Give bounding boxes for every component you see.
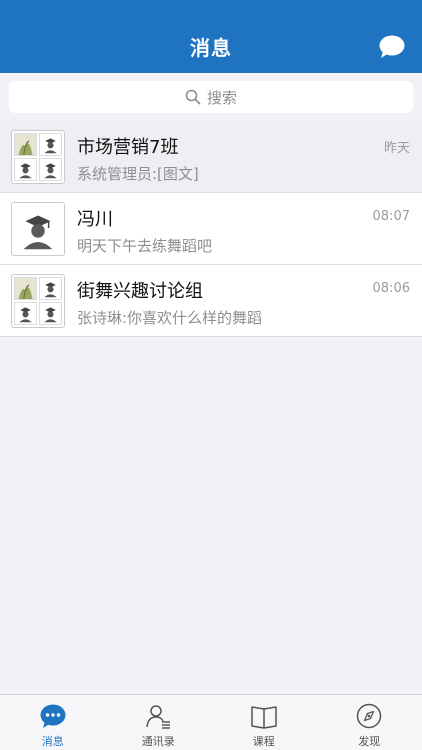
conversation-time: 08:07 xyxy=(372,209,410,224)
tab-discover[interactable]: 发现 xyxy=(317,695,422,750)
graduate-user-icon xyxy=(23,215,53,250)
conversation-list: 市场营销7班 系统管理员:[图文] 昨天 冯川 明天下午去练舞蹈吧 08:07 xyxy=(0,121,422,337)
conversation-name: 冯川 xyxy=(77,209,113,230)
conversation-item[interactable]: 市场营销7班 系统管理员:[图文] 昨天 xyxy=(0,121,422,193)
conversation-item[interactable]: 街舞兴趣讨论组 张诗琳:你喜欢什么样的舞蹈 08:06 xyxy=(0,265,422,337)
graduate-user-icon xyxy=(14,158,37,181)
conversation-time: 昨天 xyxy=(383,141,410,156)
compass-icon xyxy=(357,703,382,729)
search-icon xyxy=(185,89,201,105)
graduate-user-icon xyxy=(39,302,62,325)
new-message-button[interactable] xyxy=(378,34,406,60)
graduate-user-icon xyxy=(14,302,37,325)
tab-messages[interactable]: 消息 xyxy=(0,695,106,750)
graduate-user-icon xyxy=(39,133,62,156)
graduate-user-icon xyxy=(39,277,62,300)
conversation-item[interactable]: 冯川 明天下午去练舞蹈吧 08:07 xyxy=(0,193,422,265)
search-placeholder: 搜索 xyxy=(206,88,237,107)
book-icon xyxy=(251,706,277,729)
tab-courses[interactable]: 课程 xyxy=(211,695,317,750)
tab-label: 通讯录 xyxy=(141,735,175,748)
tab-label: 消息 xyxy=(41,735,64,748)
speech-bubble-icon xyxy=(379,35,405,58)
plant-photo-icon xyxy=(14,277,37,300)
bottom-tab-bar: 消息 通讯录 课程 发现 xyxy=(0,694,422,750)
graduate-user-icon xyxy=(39,158,62,181)
contacts-icon xyxy=(146,705,171,729)
conversation-preview: 系统管理员:[图文] xyxy=(77,165,199,183)
top-nav-bar: 消息 xyxy=(0,0,422,73)
page-title: 消息 xyxy=(190,36,232,60)
conversation-time: 08:06 xyxy=(372,281,410,296)
plant-photo-icon xyxy=(14,133,37,156)
search-bar-container: 搜索 xyxy=(0,73,422,121)
chat-bubble-icon xyxy=(40,704,66,728)
tab-contacts[interactable]: 通讯录 xyxy=(106,695,212,750)
tab-label: 课程 xyxy=(252,735,275,748)
conversation-preview: 明天下午去练舞蹈吧 xyxy=(77,237,213,255)
tab-label: 发现 xyxy=(358,735,381,748)
group-avatar xyxy=(11,274,65,328)
search-input[interactable]: 搜索 xyxy=(9,81,413,113)
user-avatar xyxy=(11,202,65,256)
conversation-name: 街舞兴趣讨论组 xyxy=(77,281,203,302)
conversation-preview: 张诗琳:你喜欢什么样的舞蹈 xyxy=(77,309,263,327)
conversation-name: 市场营销7班 xyxy=(77,137,179,158)
group-avatar xyxy=(11,130,65,184)
